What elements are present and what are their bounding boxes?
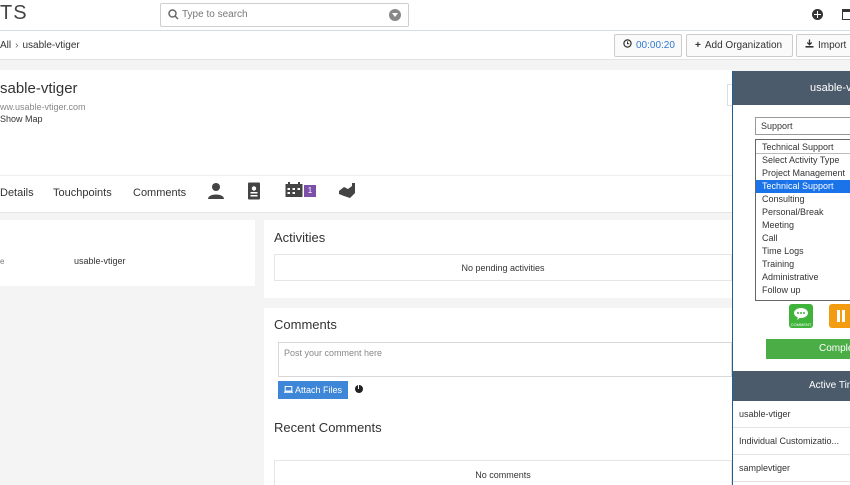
comments-widget: Comments Post your comment here Attach F…	[264, 308, 732, 485]
comment-textarea[interactable]: Post your comment here	[278, 342, 732, 377]
recent-comments-title: Recent Comments	[274, 420, 382, 435]
import-button[interactable]: Import	[796, 34, 850, 57]
active-timers-header: Active Tim	[733, 371, 850, 401]
activity-type-option[interactable]: Follow up	[756, 284, 850, 297]
activity-type-option[interactable]: Project Management	[756, 167, 850, 180]
activities-widget: Activities No pending activities	[264, 220, 732, 298]
activity-type-option[interactable]: Call	[756, 232, 850, 245]
complete-button[interactable]: Comple	[766, 339, 850, 359]
plus-icon: +	[695, 40, 701, 51]
activity-group-select[interactable]: Support	[755, 117, 850, 135]
calendar-count-badge: 1	[304, 185, 316, 197]
add-organization-button[interactable]: + Add Organization	[686, 34, 793, 57]
show-map-link[interactable]: Show Map	[0, 114, 43, 124]
time-tracker-panel: usable-vti Support Technical Support Sel…	[732, 71, 850, 485]
import-label: Import	[818, 40, 847, 51]
breadcrumb: All › usable-vtiger	[0, 40, 80, 51]
comment-icon-label: COMMENT	[790, 322, 812, 327]
activities-title: Activities	[274, 230, 326, 245]
tab-touchpoints[interactable]: Touchpoints	[53, 187, 112, 199]
app-logo[interactable]: TS	[0, 2, 28, 25]
activity-type-listbox[interactable]: Technical Support Select Activity Type P…	[755, 139, 850, 301]
record-website[interactable]: ww.usable-vtiger.com	[0, 102, 86, 112]
add-organization-label: Add Organization	[704, 40, 783, 51]
search-dropdown-icon[interactable]	[389, 9, 401, 21]
pause-icon[interactable]	[829, 304, 850, 328]
contacts-person-icon[interactable]	[207, 182, 225, 203]
timer-button[interactable]: 00:00:20	[614, 34, 682, 57]
timer-value: 00:00:20	[636, 40, 675, 51]
comment-bubble-icon[interactable]: COMMENT	[789, 304, 813, 328]
field-value[interactable]: usable-vtiger	[74, 256, 126, 266]
summary-fields-panel: e usable-vtiger	[0, 220, 255, 286]
attach-files-button[interactable]: Attach Files	[278, 381, 348, 399]
search-icon	[168, 9, 179, 23]
field-label: e	[0, 257, 5, 266]
activity-type-option[interactable]: Time Logs	[756, 245, 850, 258]
laptop-icon	[284, 385, 295, 395]
record-tabs: Details Touchpoints Comments 1	[0, 175, 732, 213]
active-timer-item[interactable]: usable-vtiger	[733, 401, 850, 428]
activity-type-option[interactable]: Meeting	[756, 219, 850, 232]
info-icon[interactable]	[355, 384, 363, 393]
activity-type-option-selected[interactable]: Technical Support	[756, 180, 850, 193]
recent-comments-empty: No comments	[274, 460, 732, 485]
breadcrumb-bar: All › usable-vtiger 00:00:20 + Add Organiza…	[0, 31, 850, 60]
calendar-events-icon[interactable]: 1	[285, 182, 319, 200]
comment-placeholder: Post your comment here	[284, 348, 383, 358]
top-bar: TS Type to search	[0, 0, 850, 31]
active-timer-item[interactable]: samplevtiger	[733, 455, 850, 482]
tab-comments[interactable]: Comments	[133, 187, 186, 199]
download-icon	[805, 35, 814, 56]
activities-empty-message: No pending activities	[274, 254, 732, 281]
global-search[interactable]: Type to search	[160, 3, 409, 27]
tracker-header: usable-vti	[733, 71, 850, 105]
attach-files-label: Attach Files	[295, 385, 343, 395]
active-timer-item[interactable]: Individual Customizatio...	[733, 428, 850, 455]
record-title: sable-vtiger	[0, 80, 78, 97]
activity-type-option[interactable]: Administrative	[756, 271, 850, 284]
breadcrumb-current: usable-vtiger	[22, 40, 80, 51]
activity-type-current[interactable]: Technical Support	[756, 140, 850, 154]
tab-details[interactable]: Details	[0, 187, 34, 199]
quick-create-icon[interactable]	[812, 9, 823, 20]
activity-type-option[interactable]: Consulting	[756, 193, 850, 206]
breadcrumb-parent[interactable]: All	[0, 40, 11, 51]
handshake-icon[interactable]	[338, 182, 356, 203]
activity-type-option[interactable]: Personal/Break	[756, 206, 850, 219]
record-header: sable-vtiger ww.usable-vtiger.com Show M…	[0, 70, 733, 175]
comments-title: Comments	[274, 317, 337, 332]
calendar-icon[interactable]	[842, 9, 850, 20]
address-book-icon[interactable]	[247, 182, 261, 203]
search-input[interactable]: Type to search	[182, 9, 248, 20]
activity-type-option[interactable]: Select Activity Type	[756, 154, 850, 167]
clock-icon	[623, 35, 632, 56]
activity-type-option[interactable]: Training	[756, 258, 850, 271]
chevron-right-icon: ›	[15, 40, 19, 51]
